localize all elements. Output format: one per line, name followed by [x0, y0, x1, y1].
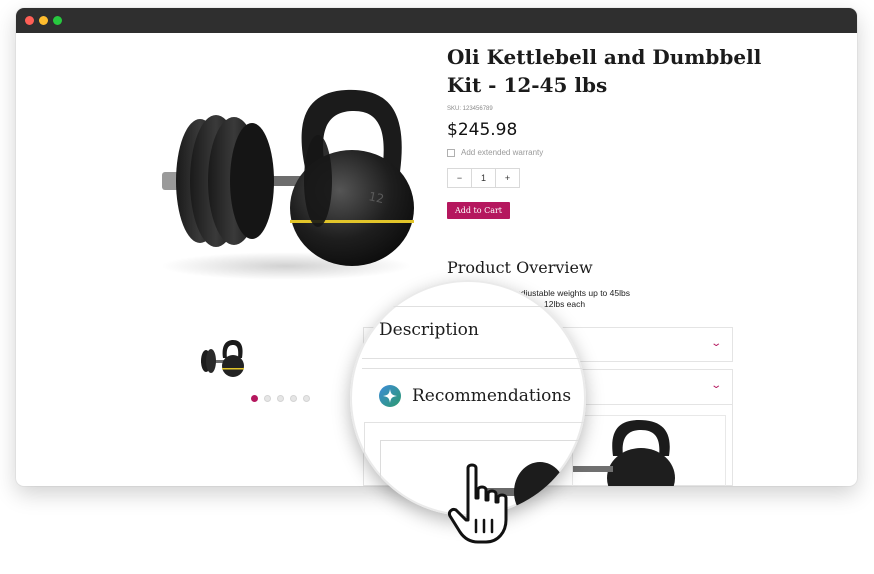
divider	[362, 368, 586, 369]
title-bar	[16, 8, 857, 33]
divider	[362, 306, 586, 307]
add-to-cart-button[interactable]: Add to Cart	[447, 202, 510, 219]
warranty-label: Add extended warranty	[461, 148, 544, 157]
product-title: Oli Kettlebell and Dumbbell Kit - 12-45 …	[447, 45, 762, 97]
chevron-down-icon: ⌄	[709, 380, 722, 391]
product-main-image: 12	[161, 89, 414, 280]
product-price: $245.98	[447, 120, 518, 140]
product-overview-heading: Product Overview	[447, 258, 593, 277]
carousel-dot[interactable]	[290, 395, 297, 402]
quantity-decrease-button[interactable]: −	[448, 169, 471, 187]
chevron-down-icon: ⌄	[709, 338, 722, 349]
carousel-dot[interactable]	[251, 395, 258, 402]
maximize-window-button[interactable]	[53, 16, 62, 25]
sparkle-icon	[379, 385, 401, 407]
description-accordion-label[interactable]: Description	[379, 320, 479, 340]
hand-pointer-icon	[448, 463, 508, 544]
product-thumbnail[interactable]	[197, 338, 245, 380]
extended-warranty-option[interactable]: Add extended warranty	[447, 148, 543, 157]
carousel-dot[interactable]	[277, 395, 284, 402]
product-sku: SKU: 123456789	[447, 106, 493, 112]
quantity-value[interactable]: 1	[471, 169, 496, 187]
close-window-button[interactable]	[25, 16, 34, 25]
quantity-increase-button[interactable]: +	[496, 169, 519, 187]
minimize-window-button[interactable]	[39, 16, 48, 25]
quantity-stepper: − 1 +	[447, 168, 520, 188]
carousel-dot[interactable]	[303, 395, 310, 402]
carousel-dot[interactable]	[264, 395, 271, 402]
recommended-product-card[interactable]	[572, 415, 726, 486]
overview-feature: 12lbs each	[544, 299, 586, 309]
warranty-checkbox[interactable]	[447, 148, 455, 157]
recommendations-accordion-label[interactable]: Recommendations	[412, 386, 571, 406]
carousel-dots	[251, 395, 310, 405]
divider	[362, 358, 586, 359]
